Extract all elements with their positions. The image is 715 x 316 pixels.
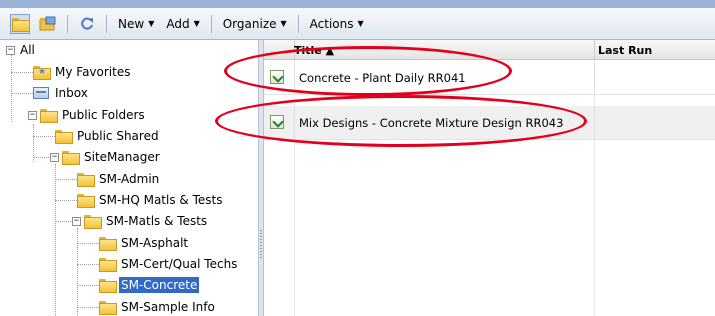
refresh-icon — [77, 14, 97, 34]
report-title[interactable]: Concrete - Plant Daily RR041 — [299, 71, 466, 85]
tree-node-label: SM-Concrete — [119, 277, 200, 293]
favorites-folder-icon: ★ — [33, 66, 51, 80]
table-row[interactable]: Mix Designs - Concrete Mixture Design RR… — [264, 106, 715, 140]
tree-node-label: Public Folders — [62, 108, 145, 122]
caret-down-icon: ▼ — [357, 19, 364, 28]
tree-node-label: All — [20, 43, 35, 57]
tree-node-label: SM-Cert/Qual Techs — [121, 257, 238, 271]
caret-down-icon: ▼ — [193, 19, 200, 28]
folder-icon — [55, 130, 73, 144]
folder-tree-icon — [38, 14, 58, 34]
actions-menu[interactable]: Actions ▼ — [304, 13, 370, 35]
new-menu[interactable]: New ▼ — [112, 13, 160, 35]
tree-node-label: SM-Sample Info — [121, 300, 215, 314]
tree-node-sm-cert[interactable]: SM-Cert/Qual Techs — [99, 254, 239, 274]
folder-view-icon — [10, 13, 30, 34]
actions-menu-label: Actions — [309, 16, 354, 31]
new-menu-label: New — [118, 16, 145, 31]
report-icon — [270, 115, 284, 129]
tree-node-sm-hq[interactable]: SM-HQ Matls & Tests — [77, 190, 224, 210]
report-icon — [270, 70, 284, 84]
tree-node-label: SM-Matls & Tests — [106, 214, 208, 228]
tree-node-label: SM-HQ Matls & Tests — [99, 193, 223, 207]
tree-node-sitemanager[interactable]: − SiteManager — [50, 147, 162, 167]
folder-icon — [77, 173, 95, 187]
tree-node-sm-admin[interactable]: SM-Admin — [77, 169, 161, 189]
caret-down-icon: ▼ — [280, 19, 287, 28]
tree-node-public-shared[interactable]: Public Shared — [55, 126, 161, 146]
tree-node-label: Inbox — [55, 86, 88, 100]
inbox-icon — [33, 87, 49, 99]
add-menu-label: Add — [166, 16, 190, 31]
collapse-icon[interactable]: − — [6, 45, 15, 55]
organize-menu[interactable]: Organize ▼ — [217, 13, 293, 35]
folder-icon — [84, 215, 102, 229]
column-header-title[interactable]: Title ▲ — [294, 44, 334, 57]
folder-icon — [77, 194, 95, 208]
add-menu[interactable]: Add ▼ — [160, 13, 205, 35]
caret-down-icon: ▼ — [148, 19, 155, 28]
tree-node-sm-concrete[interactable]: SM-Concrete — [99, 275, 200, 295]
tree-node-label: SM-Admin — [99, 172, 160, 186]
folder-tree-button[interactable] — [34, 13, 62, 35]
collapse-icon[interactable]: − — [28, 110, 37, 120]
tree-node-public-folders[interactable]: − Public Folders — [28, 105, 147, 125]
organize-menu-label: Organize — [222, 16, 277, 31]
collapse-icon[interactable]: − — [72, 216, 81, 226]
tree-node-all[interactable]: − All — [6, 40, 37, 60]
tree-node-label: SM-Asphalt — [121, 236, 189, 250]
folder-tree: − All ★ My Favorites Inbox − Public Fold… — [0, 40, 258, 316]
tree-node-label: SiteManager — [84, 150, 160, 164]
table-row[interactable]: Concrete - Plant Daily RR041 — [264, 61, 715, 95]
tree-node-my-favorites[interactable]: ★ My Favorites — [33, 62, 132, 82]
tree-node-label: My Favorites — [55, 65, 131, 79]
folder-icon — [99, 301, 117, 315]
tree-node-sm-matls[interactable]: − SM-Matls & Tests — [72, 211, 209, 231]
tree-node-inbox[interactable]: Inbox — [33, 83, 90, 103]
refresh-button[interactable] — [73, 13, 101, 35]
toolbar-separator — [106, 14, 107, 33]
toolbar-separator — [210, 14, 212, 33]
folder-view-button[interactable] — [6, 13, 34, 35]
toolbar-separator — [67, 14, 68, 33]
folder-icon — [62, 151, 80, 165]
tree-node-sm-asphalt[interactable]: SM-Asphalt — [99, 233, 190, 253]
grid-header: Title ▲ Last Run — [264, 40, 715, 60]
report-grid: Title ▲ Last Run Concrete - Plant Daily … — [264, 40, 715, 316]
toolbar: New ▼ Add ▼ Organize ▼ Actions ▼ — [0, 0, 715, 40]
folder-icon — [99, 258, 117, 272]
open-folder-icon — [99, 279, 117, 293]
folder-icon — [40, 109, 58, 123]
column-header-last-run[interactable]: Last Run — [598, 44, 652, 57]
report-title[interactable]: Mix Designs - Concrete Mixture Design RR… — [299, 116, 563, 130]
tree-node-label: Public Shared — [77, 129, 159, 143]
toolbar-separator — [297, 14, 299, 33]
folder-icon — [99, 237, 117, 251]
collapse-icon[interactable]: − — [50, 152, 59, 162]
tree-node-sm-sample[interactable]: SM-Sample Info — [99, 297, 217, 316]
splitter-grip-icon[interactable] — [260, 230, 262, 260]
